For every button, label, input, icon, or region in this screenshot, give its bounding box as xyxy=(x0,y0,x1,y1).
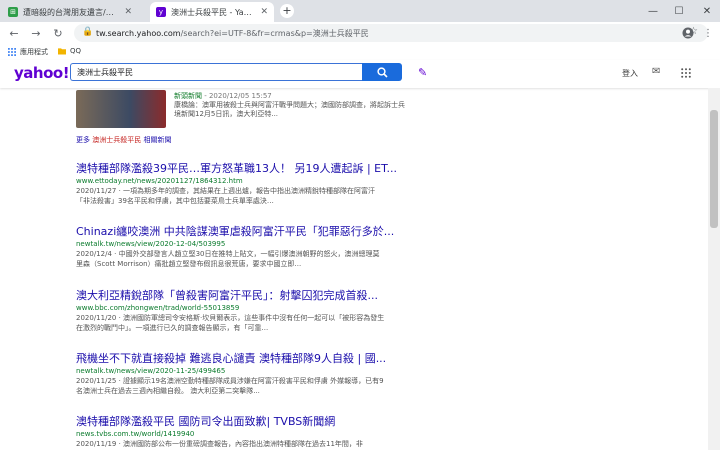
news-snippet: 康橋論：澳軍用被殺士兵與阿富汗戰爭問題大；澳國防部調查，將起訴士兵 xyxy=(174,101,405,109)
news-date: - 2020/12/05 15:57 xyxy=(202,92,272,100)
menu-kebab-icon[interactable]: ⋮ xyxy=(700,25,716,41)
result-title-link[interactable]: 澳特種部隊濫殺平民 國防司令出面致歉| TVBS新聞網 xyxy=(76,414,426,429)
forward-icon[interactable]: → xyxy=(28,25,44,41)
bookmark-label: 應用程式 xyxy=(20,48,48,56)
search-result: 澳大利亞精銳部隊「曾殺害阿富汗平民」：射擊囚犯完成首殺... www.bbc.c… xyxy=(76,288,426,333)
folder-icon xyxy=(58,48,66,55)
search-input[interactable]: 澳洲士兵殺平民 xyxy=(70,63,362,81)
bookmark-apps[interactable]: 應用程式 xyxy=(8,47,48,57)
search-result: 飛機坐不下就直接殺掉 難逃良心譴責 澳特種部隊9人自殺 | 國... newta… xyxy=(76,351,426,396)
new-tab-button[interactable]: + xyxy=(280,4,294,18)
result-url[interactable]: newtalk.tw/news/view/2020-11-25/499465 xyxy=(76,366,426,376)
tab-strip: ⊞ 遭暗殺的台灣朋友遺言/澳大利亞... ✕ y 澳洲士兵殺平民 - Yahoo… xyxy=(0,0,720,22)
more-news-link[interactable]: 更多 澳洲士兵殺平民 相關新聞 xyxy=(76,135,171,145)
bookmarks-bar: 應用程式 QQ xyxy=(0,44,720,61)
address-bar[interactable]: 🔒 tw.search.yahoo.com/search?ei=UTF-8&fr… xyxy=(74,24,708,42)
result-snippet: 在激烈的戰鬥中」。一項進行已久的調查報告顯示，有「可靠... xyxy=(76,324,269,332)
result-title-link[interactable]: 澳特種部隊濫殺39平民…軍方怒革職13人！ 另19人遭起訴 | ET... xyxy=(76,161,426,176)
profile-icon[interactable] xyxy=(680,25,696,41)
result-snippet: 2020/11/19 · 澳洲國防部公布一份重磅調查報告，內容指出澳洲特種部隊在… xyxy=(76,440,363,448)
scrollbar-thumb[interactable] xyxy=(710,110,718,228)
mail-icon[interactable]: ✉ xyxy=(652,66,660,77)
result-snippet: 里森（Scott Morrison）痛批趙立堅發布假訊息很荒唐，要求中國立即..… xyxy=(76,260,302,268)
login-link[interactable]: 登入 xyxy=(622,68,638,79)
result-snippet: 名澳洲士兵在過去三週內相繼自殺。 澳大利亞第二突擊隊... xyxy=(76,387,260,395)
site-favicon-icon: ⊞ xyxy=(8,7,18,17)
minimize-icon[interactable]: — xyxy=(640,0,666,22)
yahoo-logo[interactable]: yahoo! xyxy=(14,64,70,82)
news-snippet: 境新聞12月5日訊，澳大利亞特... xyxy=(174,110,279,118)
back-icon[interactable]: ← xyxy=(6,25,22,41)
tab-close-icon[interactable]: ✕ xyxy=(124,7,132,17)
result-url[interactable]: www.bbc.com/zhongwen/trad/world-55013859 xyxy=(76,303,426,313)
result-snippet: 2020/11/27 · 一項為期多年的調查，其結果在上週出爐，報告中指出澳洲精… xyxy=(76,187,376,195)
lock-icon: 🔒 xyxy=(82,27,94,37)
search-icon xyxy=(376,66,388,78)
search-result: Chinazi纏咬澳洲 中共陰謀澳軍虐殺阿富汗平民「犯罪惡行多於... newt… xyxy=(76,224,426,269)
bookmark-qq[interactable]: QQ xyxy=(58,47,81,55)
result-title-link[interactable]: Chinazi纏咬澳洲 中共陰謀澳軍虐殺阿富汗平民「犯罪惡行多於... xyxy=(76,224,426,239)
result-title-link[interactable]: 飛機坐不下就直接殺掉 難逃良心譴責 澳特種部隊9人自殺 | 國... xyxy=(76,351,426,366)
news-item: 新頭新聞 - 2020/12/05 15:57 康橋論：澳軍用被殺士兵與阿富汗戰… xyxy=(174,92,444,119)
close-window-icon[interactable]: ✕ xyxy=(694,0,720,22)
tab-title: 澳洲士兵殺平民 - Yahoo奇摩 搜... xyxy=(171,7,256,17)
tab-close-icon[interactable]: ✕ xyxy=(260,7,268,17)
yahoo-header: yahoo! 澳洲士兵殺平民 ✎ 登入 ✉ xyxy=(0,60,720,88)
pen-icon[interactable]: ✎ xyxy=(418,66,427,79)
yahoo-favicon-icon: y xyxy=(156,7,166,17)
result-url[interactable]: newtalk.tw/news/view/2020-12-04/503995 xyxy=(76,239,426,249)
url-text: tw.search.yahoo.com/search?ei=UTF-8&fr=c… xyxy=(96,29,369,38)
result-url[interactable]: www.ettoday.net/news/20201127/1864312.ht… xyxy=(76,176,426,186)
result-title-link[interactable]: 澳大利亞精銳部隊「曾殺害阿富汗平民」：射擊囚犯完成首殺... xyxy=(76,288,426,303)
result-snippet: 2020/12/4 · 中國外交部發言人趙立堅30日在推特上貼文，一幅引爆澳洲朝… xyxy=(76,250,380,258)
apps-grid-icon xyxy=(8,48,16,56)
search-result: 澳特種部隊濫殺39平民…軍方怒革職13人！ 另19人遭起訴 | ET... ww… xyxy=(76,161,426,206)
browser-toolbar: ← → ↻ 🔒 tw.search.yahoo.com/search?ei=UT… xyxy=(0,22,720,44)
search-result: 澳特種部隊濫殺平民 國防司令出面致歉| TVBS新聞網 news.tvbs.co… xyxy=(76,414,426,449)
result-snippet: 2020/11/20 · 澳洲國防軍總司令安格斯·坎貝爾表示，這些事件中沒有任何… xyxy=(76,314,385,322)
tab-active[interactable]: y 澳洲士兵殺平民 - Yahoo奇摩 搜... ✕ xyxy=(150,2,274,22)
search-results: 新頭新聞 - 2020/12/05 15:57 康橋論：澳軍用被殺士兵與阿富汗戰… xyxy=(0,88,708,450)
reload-icon[interactable]: ↻ xyxy=(50,25,66,41)
result-snippet: 「非法殺害」39名平民和俘虜，其中包括要菜鳥士兵單率處決… xyxy=(76,197,274,205)
bookmark-label: QQ xyxy=(70,47,82,55)
result-snippet: 2020/11/25 · 證據顯示19名澳洲空勤特種部隊成員涉嫌在阿富汗殺害平民… xyxy=(76,377,384,385)
news-thumbnail[interactable] xyxy=(76,90,166,128)
news-source[interactable]: 新頭新聞 xyxy=(174,92,202,100)
tab-inactive[interactable]: ⊞ 遭暗殺的台灣朋友遺言/澳大利亞... ✕ xyxy=(2,2,138,22)
maximize-icon[interactable]: ☐ xyxy=(666,0,692,22)
search-button[interactable] xyxy=(362,63,402,81)
tab-title: 遭暗殺的台灣朋友遺言/澳大利亞... xyxy=(23,7,121,17)
apps-grid-icon[interactable] xyxy=(681,68,691,78)
result-url[interactable]: news.tvbs.com.tw/world/1419940 xyxy=(76,429,426,439)
